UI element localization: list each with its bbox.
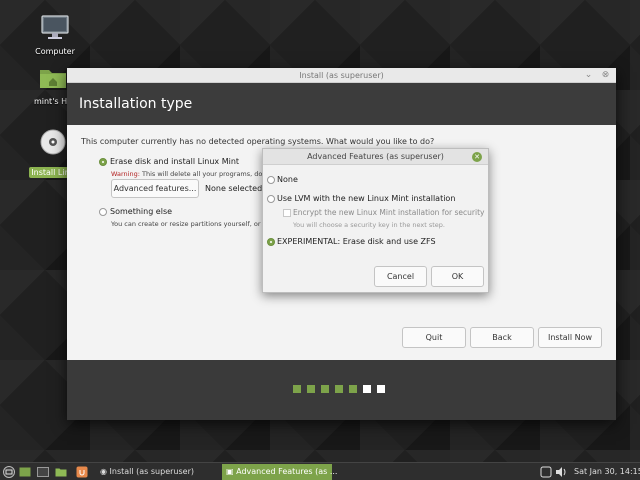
page-header: Installation type [67,83,616,125]
window-icon: ▣ [226,467,234,476]
progress-steps [293,385,385,393]
installer-footer [67,360,616,420]
updates-icon[interactable] [76,466,88,478]
back-button[interactable]: Back [470,327,534,348]
taskbar-item-installer[interactable]: ◉ Install (as superuser) [96,464,220,480]
none-option-label: None [277,175,298,184]
erase-disk-radio[interactable] [99,158,107,166]
none-option-radio[interactable] [267,176,275,184]
progress-step [363,385,371,393]
something-else-label: Something else [110,207,173,216]
encrypt-checkbox[interactable] [283,209,291,217]
clock[interactable]: Sat Jan 30, 14:15 [570,464,640,480]
lvm-option-label: Use LVM with the new Linux Mint installa… [277,194,456,203]
home-folder-icon [40,70,66,88]
progress-step [293,385,301,393]
zfs-option-label: EXPERIMENTAL: Erase disk and use ZFS [277,237,436,246]
minimize-icon[interactable]: ⌄ [583,70,594,81]
quit-button[interactable]: Quit [402,327,466,348]
erase-disk-label: Erase disk and install Linux Mint [110,157,240,166]
install-now-button[interactable]: Install Now [538,327,602,348]
progress-step [321,385,329,393]
taskbar-item-advanced[interactable]: ▣ Advanced Features (as ... [222,464,337,480]
installation-question: This computer currently has no detected … [81,137,435,146]
monitor-icon [41,15,69,39]
taskbar: ◉ Install (as superuser) ▣ Advanced Feat… [0,462,640,480]
encrypt-hint: You will choose a security key in the ne… [293,221,445,229]
menu-icon[interactable] [3,466,15,478]
progress-step [307,385,315,393]
dialog-title: Advanced Features (as superuser) [307,152,444,161]
taskbar-item-label: Install (as superuser) [109,467,194,476]
lvm-option-radio[interactable] [267,195,275,203]
desktop-icon-computer[interactable]: Computer [20,14,90,56]
cancel-button[interactable]: Cancel [374,266,427,287]
zfs-option-radio[interactable] [267,238,275,246]
terminal-icon[interactable] [37,466,49,478]
ok-button[interactable]: OK [431,266,484,287]
erase-warning: Warning: This will delete all your progr… [111,170,266,178]
advanced-features-button[interactable]: Advanced features... [111,179,199,198]
page-title: Installation type [79,96,193,112]
advanced-features-dialog: Advanced Features (as superuser) ✕ None … [262,148,489,293]
progress-step [377,385,385,393]
disc-icon: ◉ [100,467,107,476]
taskbar-item-label: Advanced Features (as ... [236,467,338,476]
encrypt-label: Encrypt the new Linux Mint installation … [293,208,485,217]
desktop-icon-label: Computer [35,47,75,56]
progress-step [335,385,343,393]
volume-icon[interactable] [555,466,567,478]
folder-icon[interactable] [55,466,67,478]
window-title: Install (as superuser) [299,71,384,80]
advanced-selection-status: None selected [205,184,263,193]
something-else-radio[interactable] [99,208,107,216]
warning-text: This will delete all your programs, doc [139,170,266,178]
window-titlebar[interactable]: Install (as superuser) ⌄ ⊗ [67,68,616,83]
show-desktop-icon[interactable] [19,466,31,478]
close-icon[interactable]: ⊗ [600,70,611,81]
network-icon[interactable] [540,466,552,478]
progress-step [349,385,357,393]
dialog-titlebar[interactable]: Advanced Features (as superuser) ✕ [263,149,488,165]
close-icon[interactable]: ✕ [472,152,482,162]
warning-prefix: Warning: [111,170,140,178]
something-else-hint: You can create or resize partitions your… [111,220,267,228]
disc-icon [40,129,66,155]
